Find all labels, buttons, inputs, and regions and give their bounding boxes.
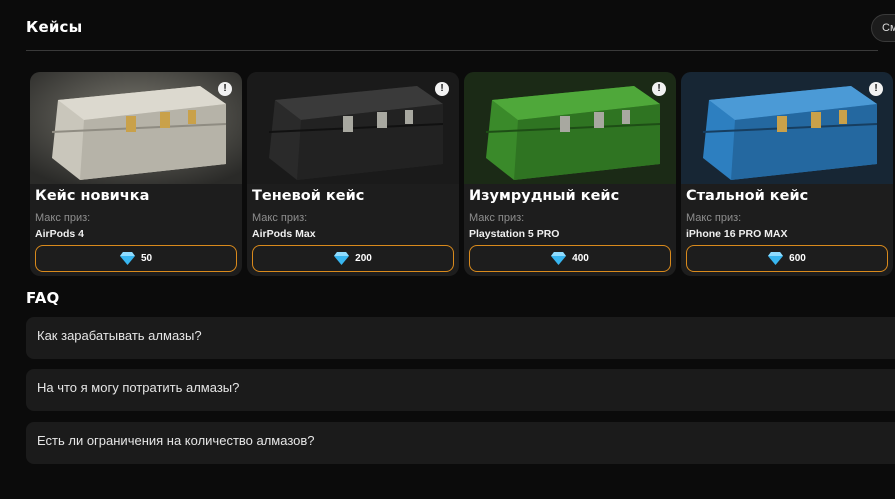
case-card-3[interactable]: ! Стальной кейс Макс приз: iPhone 16 PRO…	[681, 72, 893, 276]
diamond-icon	[768, 252, 784, 265]
prize-value: AirPods Max	[252, 228, 316, 240]
faq-item-0[interactable]: Как зарабатывать алмазы?	[26, 317, 895, 359]
case-card-2[interactable]: ! Изумрудный кейс Макс приз: Playstation…	[464, 72, 676, 276]
prize-value: AirPods 4	[35, 228, 85, 240]
case-image	[30, 72, 242, 184]
diamond-icon	[551, 252, 567, 265]
case-name: Стальной кейс	[686, 188, 809, 204]
prize-label: Макс приз:	[252, 212, 308, 224]
case-name: Кейс новичка	[35, 188, 150, 204]
case-name: Изумрудный кейс	[469, 188, 620, 204]
case-card-1[interactable]: ! Теневой кейс Макс приз: AirPods Max 20…	[247, 72, 459, 276]
prize-value: Playstation 5 PRO	[469, 228, 560, 240]
prize-label: Макс приз:	[686, 212, 742, 224]
diamond-icon	[119, 252, 135, 265]
faq-question: Как зарабатывать алмазы?	[37, 328, 202, 343]
case-image	[464, 72, 676, 184]
case-image	[247, 72, 459, 184]
case-image	[681, 72, 893, 184]
faq-item-2[interactable]: Есть ли ограничения на количество алмазо…	[26, 422, 895, 464]
divider	[26, 50, 878, 51]
see-all-button[interactable]: См	[871, 14, 895, 42]
info-icon[interactable]: !	[652, 82, 666, 96]
open-case-button[interactable]: 400	[469, 245, 671, 272]
faq-question: На что я могу потратить алмазы?	[37, 380, 240, 395]
prize-label: Макс приз:	[35, 212, 91, 224]
case-price: 200	[355, 253, 372, 264]
open-case-button[interactable]: 50	[35, 245, 237, 272]
info-icon[interactable]: !	[869, 82, 883, 96]
case-name: Теневой кейс	[252, 188, 365, 204]
faq-item-1[interactable]: На что я могу потратить алмазы?	[26, 369, 895, 411]
case-price: 600	[789, 253, 806, 264]
case-price: 400	[572, 253, 589, 264]
info-icon[interactable]: !	[218, 82, 232, 96]
open-case-button[interactable]: 200	[252, 245, 454, 272]
open-case-button[interactable]: 600	[686, 245, 888, 272]
case-price: 50	[140, 253, 153, 264]
section-title-cases: Кейсы	[26, 18, 83, 36]
section-title-faq: FAQ	[26, 289, 60, 307]
info-icon[interactable]: !	[435, 82, 449, 96]
prize-label: Макс приз:	[469, 212, 525, 224]
faq-question: Есть ли ограничения на количество алмазо…	[37, 433, 315, 448]
prize-value: iPhone 16 PRO MAX	[686, 228, 788, 240]
case-card-0[interactable]: ! Кейс новичка Макс приз: AirPods 4 50	[30, 72, 242, 276]
diamond-icon	[334, 252, 350, 265]
